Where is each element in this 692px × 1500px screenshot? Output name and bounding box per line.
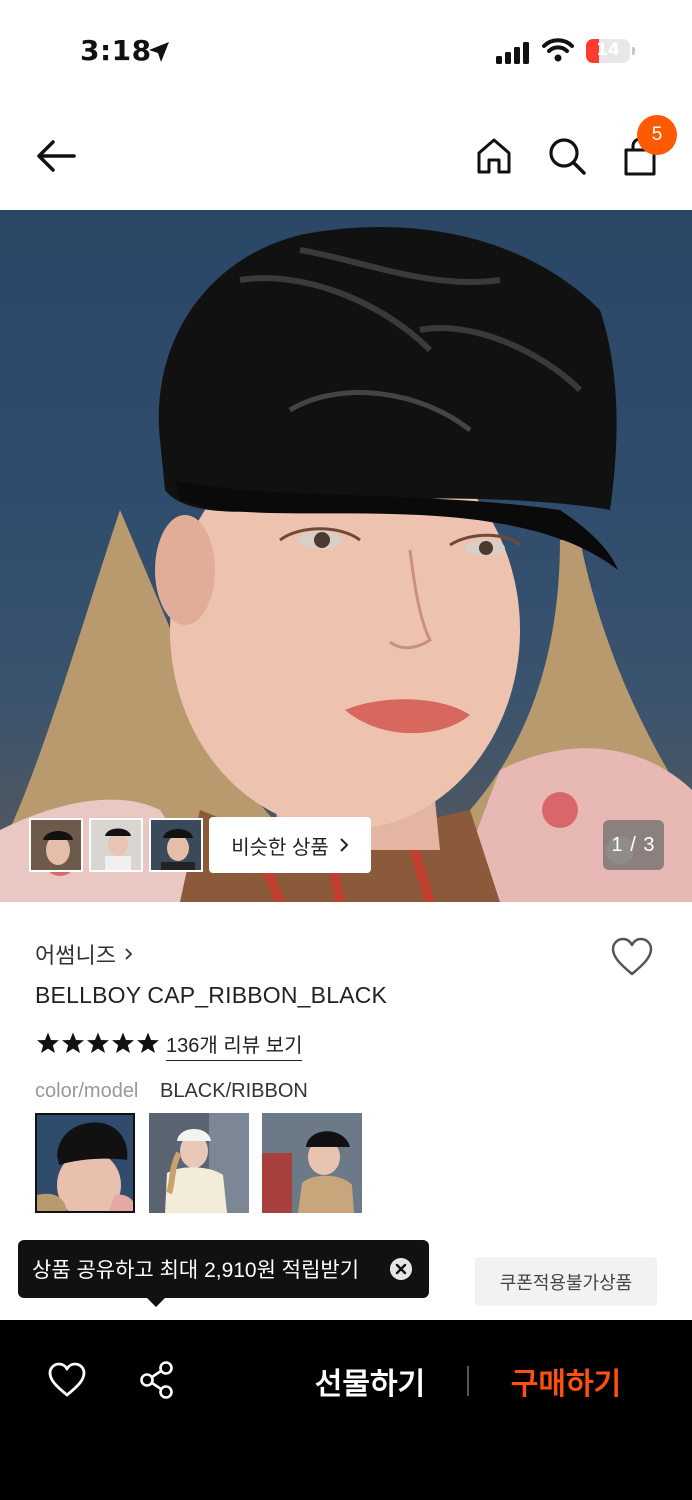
star-icon [62,1032,84,1053]
wifi-icon [542,38,574,62]
thumbnail-image [31,820,81,870]
status-bar: 3:18 14 [0,0,692,100]
swatch-image [262,1113,362,1213]
star-icon [137,1032,159,1053]
product-photo [0,227,692,902]
color-swatch-white[interactable] [149,1113,249,1213]
home-icon[interactable] [474,136,514,176]
swatch-image [149,1113,249,1213]
coupon-unavailable-tag: 쿠폰적용불가상품 [475,1257,657,1306]
bottom-action-bar: 선물하기 구매하기 [0,1320,692,1500]
brand-link[interactable]: 어썸니즈 [35,938,134,970]
search-icon[interactable] [546,135,588,177]
back-arrow-icon[interactable] [34,136,78,176]
share-icon[interactable] [138,1360,176,1400]
color-swatch-black-ribbon[interactable] [35,1113,135,1213]
swatch-image [37,1115,133,1211]
similar-products-label: 비슷한 상품 [231,836,329,859]
close-icon[interactable] [390,1258,412,1280]
chevron-right-icon [340,838,349,852]
similar-thumbnail-2[interactable] [89,818,143,872]
top-nav [0,100,692,210]
thumbnail-image [151,820,201,870]
image-page-indicator: 1 / 3 [603,820,664,870]
battery-level: 14 [596,40,620,60]
color-option-value: BLACK/RIBBON [160,1080,308,1102]
chevron-right-icon [125,948,133,960]
similar-thumbnail-1[interactable] [29,818,83,872]
cart-count-badge: 5 [637,115,677,155]
share-reward-tooltip: 상품 공유하고 최대 2,910원 적립받기 [18,1240,429,1298]
star-icon [87,1032,109,1053]
product-title: BELLBOY CAP_RIBBON_BLACK [35,982,388,1008]
rating-stars [36,1031,160,1055]
color-swatch-black[interactable] [262,1113,362,1213]
buy-button[interactable]: 구매하기 [496,1356,636,1406]
product-image-carousel[interactable]: 비슷한 상품 1 / 3 [0,210,692,902]
review-link[interactable]: 136개 리뷰 보기 [166,1029,303,1061]
star-icon [37,1032,59,1053]
location-arrow-icon [149,42,169,62]
tooltip-arrow [146,1297,166,1307]
battery-indicator: 14 [586,39,630,63]
similar-thumbnail-3[interactable] [149,818,203,872]
brand-name: 어썸니즈 [35,943,116,968]
heart-icon[interactable] [610,937,654,977]
star-icon [112,1032,134,1053]
divider [467,1366,469,1396]
battery-cap [632,47,635,55]
similar-products-button[interactable]: 비슷한 상품 [209,817,371,873]
color-option-label: color/model [35,1080,139,1102]
status-time: 3:18 [80,34,152,67]
cellular-signal-icon [496,42,529,64]
share-reward-text: 상품 공유하고 최대 2,910원 적립받기 [32,1259,360,1282]
gift-button[interactable]: 선물하기 [300,1356,440,1406]
heart-icon[interactable] [47,1362,87,1398]
thumbnail-image [91,820,141,870]
